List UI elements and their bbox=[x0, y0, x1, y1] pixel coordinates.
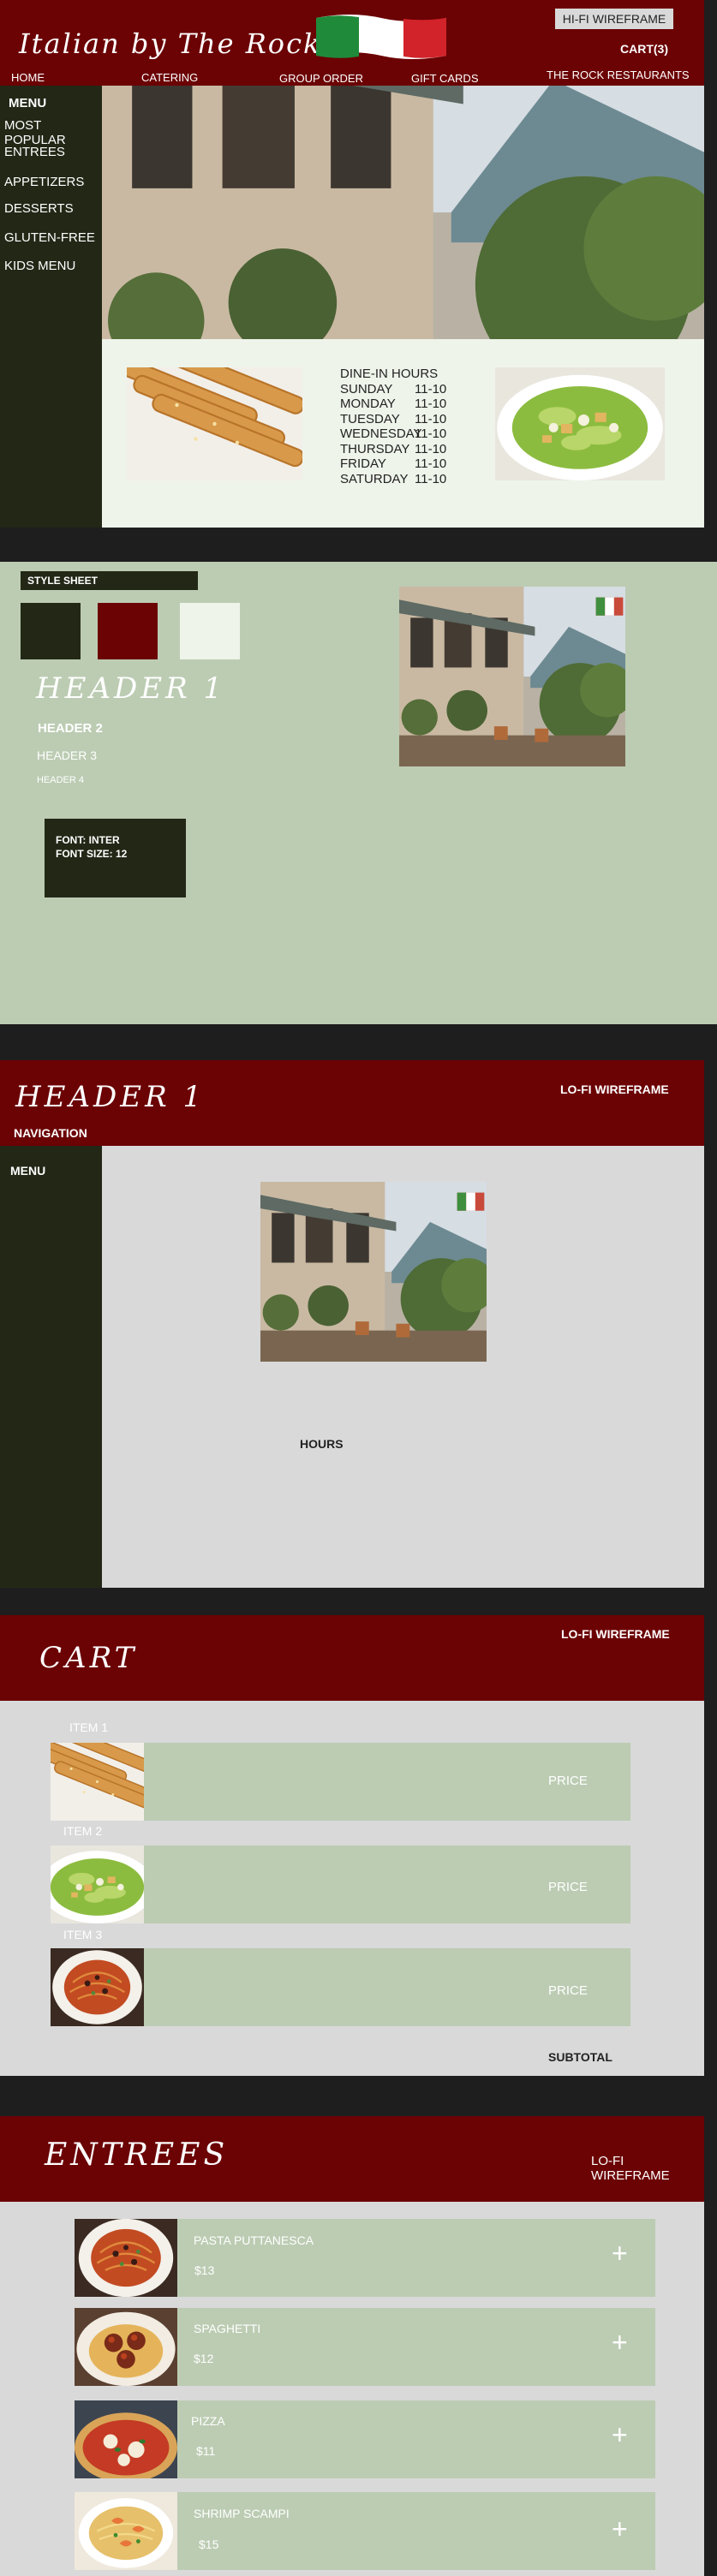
hero-image bbox=[102, 86, 704, 339]
entree-price: $11 bbox=[196, 2444, 216, 2458]
entree-price: $13 bbox=[194, 2263, 215, 2277]
swatch-cream bbox=[180, 603, 240, 659]
entrees-badge: LO-FI WIREFRAME bbox=[591, 2154, 670, 2183]
font-size: FONT SIZE: 12 bbox=[56, 848, 128, 860]
entree-row[interactable]: SPAGHETTI $12 + bbox=[75, 2308, 655, 2386]
cart-link[interactable]: CART(3) bbox=[620, 42, 668, 56]
add-entree-button[interactable]: + bbox=[612, 2238, 628, 2269]
sample-header-1: HEADER 1 bbox=[36, 671, 226, 706]
hours-row: WEDNESDAY11-10 bbox=[340, 426, 447, 441]
entree-image bbox=[75, 2492, 177, 2570]
lofi-hero-image bbox=[260, 1182, 487, 1362]
lofi-content: HOURS bbox=[102, 1146, 704, 1588]
entrees-content: PASTA PUTTANESCA $13 + SPAGHETTI $12 + P… bbox=[0, 2202, 704, 2576]
entree-image bbox=[75, 2308, 177, 2386]
hours-row: TUESDAY 11-10 bbox=[340, 411, 447, 426]
swatch-maroon bbox=[98, 603, 158, 659]
entree-row[interactable]: PASTA PUTTANESCA $13 + bbox=[75, 2219, 655, 2297]
entree-price: $12 bbox=[194, 2352, 214, 2365]
sample-header-2: HEADER 2 bbox=[38, 721, 103, 736]
entree-name: PIZZA bbox=[191, 2414, 225, 2428]
brand-logo[interactable]: Italian by The Rock bbox=[19, 27, 321, 60]
entrees-title: ENTREES bbox=[45, 2138, 229, 2173]
italian-flag-icon bbox=[316, 13, 446, 61]
style-sheet-frame: STYLE SHEET HEADER 1 HEADER 2 HEADER 3 H… bbox=[0, 562, 717, 1024]
lofi-header: HEADER 1 LO-FI WIREFRAME NAVIGATION bbox=[0, 1060, 704, 1146]
cart-subtotal: SUBTOTAL bbox=[548, 2050, 612, 2064]
add-entree-button[interactable]: + bbox=[612, 2327, 628, 2358]
cart-item-label: ITEM 2 bbox=[63, 1824, 103, 1838]
entree-name: SHRIMP SCAMPI bbox=[194, 2507, 290, 2520]
cart-header: CART LO-FI WIREFRAME bbox=[0, 1615, 704, 1701]
breadsticks-image bbox=[127, 367, 302, 480]
style-sample-image bbox=[399, 587, 625, 766]
font-name: FONT: INTER bbox=[56, 834, 120, 846]
sidebar-menu-title: MENU bbox=[9, 96, 47, 110]
entrees-frame: ENTREES LO-FI WIREFRAME PASTA PUTTANESCA… bbox=[0, 2116, 704, 2576]
sample-header-3: HEADER 3 bbox=[37, 748, 98, 762]
nav-group-order[interactable]: GROUP ORDER bbox=[279, 72, 363, 85]
lofi-hours-label: HOURS bbox=[300, 1437, 344, 1451]
hours-block: DINE-IN HOURS SUNDAY 11-10 MONDAY 11-10 TU… bbox=[340, 367, 460, 486]
nav-restaurants[interactable]: THE ROCK RESTAURANTS bbox=[547, 69, 690, 81]
hifi-frame: Italian by The Rock HI-FI WIREFRAME CART… bbox=[0, 0, 704, 528]
sidebar-item-kids-menu[interactable]: KIDS MENU bbox=[4, 259, 75, 273]
cart-item-row[interactable]: PRICE bbox=[51, 1846, 630, 1923]
swatch-olive bbox=[21, 603, 81, 659]
hours-row: THURSDAY 11-10 bbox=[340, 441, 447, 456]
style-sheet-title: STYLE SHEET bbox=[21, 571, 198, 590]
cart-item-label: ITEM 1 bbox=[69, 1720, 109, 1734]
lofi-header-title: HEADER 1 bbox=[15, 1080, 206, 1114]
hours-row: SUNDAY 11-10 bbox=[340, 381, 447, 397]
cart-content: ITEM 1 PRICE ITEM 2 PRICE ITEM 3 PRICE S… bbox=[0, 1701, 704, 2076]
hifi-badge: HI-FI WIREFRAME bbox=[555, 9, 673, 29]
cart-item-price: PRICE bbox=[548, 1983, 588, 1998]
hifi-header: Italian by The Rock HI-FI WIREFRAME CART… bbox=[0, 0, 704, 86]
salad-image bbox=[495, 367, 665, 480]
entree-name: SPAGHETTI bbox=[194, 2322, 261, 2335]
hours-row: FRIDAY 11-10 bbox=[340, 456, 447, 471]
cart-item-price: PRICE bbox=[548, 1774, 588, 1788]
sidebar-item-entrees[interactable]: ENTREES bbox=[4, 145, 65, 159]
hifi-sidebar: MENU MOST POPULAR ENTREES APPETIZERS DES… bbox=[0, 86, 102, 528]
lofi-menu-title[interactable]: MENU bbox=[10, 1164, 45, 1178]
cart-item-row[interactable]: PRICE bbox=[51, 1948, 630, 2026]
hours-row: SATURDAY 11-10 bbox=[340, 471, 447, 486]
cart-item-row[interactable]: PRICE bbox=[51, 1743, 630, 1821]
cart-badge: LO-FI WIREFRAME bbox=[561, 1627, 670, 1641]
entree-image bbox=[75, 2219, 177, 2297]
entree-row[interactable]: SHRIMP SCAMPI $15 + bbox=[75, 2492, 655, 2570]
cart-item-image bbox=[51, 1948, 144, 2026]
entree-row[interactable]: PIZZA $11 + bbox=[75, 2400, 655, 2478]
hifi-info-panel: DINE-IN HOURS SUNDAY 11-10 MONDAY 11-10 TU… bbox=[102, 339, 704, 528]
hours-row: DINE-IN HOURS bbox=[340, 367, 439, 381]
entree-name: PASTA PUTTANESCA bbox=[194, 2233, 314, 2247]
sidebar-item-appetizers[interactable]: APPETIZERS bbox=[4, 175, 84, 189]
entrees-header: ENTREES LO-FI WIREFRAME bbox=[0, 2116, 704, 2202]
sidebar-item-most-popular[interactable]: MOST POPULAR bbox=[4, 118, 102, 147]
sidebar-item-gluten-free[interactable]: GLUTEN-FREE bbox=[4, 230, 95, 245]
add-entree-button[interactable]: + bbox=[612, 2513, 628, 2545]
sample-header-4: HEADER 4 bbox=[37, 775, 85, 785]
cart-title: CART bbox=[39, 1641, 138, 1675]
entree-image bbox=[75, 2400, 177, 2478]
cart-item-image bbox=[51, 1846, 144, 1923]
cart-item-label: ITEM 3 bbox=[63, 1928, 103, 1941]
hours-row: MONDAY 11-10 bbox=[340, 397, 447, 411]
cart-frame: CART LO-FI WIREFRAME ITEM 1 PRICE ITEM 2… bbox=[0, 1615, 704, 2076]
font-spec-card: FONT: INTER FONT SIZE: 12 bbox=[45, 819, 186, 897]
lofi-home-frame: HEADER 1 LO-FI WIREFRAME NAVIGATION MENU… bbox=[0, 1060, 704, 1588]
cart-item-price: PRICE bbox=[548, 1880, 588, 1894]
entree-price: $15 bbox=[199, 2537, 219, 2551]
lofi-badge: LO-FI WIREFRAME bbox=[560, 1082, 669, 1096]
nav-home[interactable]: HOME bbox=[11, 71, 45, 84]
add-entree-button[interactable]: + bbox=[612, 2419, 628, 2451]
nav-gift-cards[interactable]: GIFT CARDS bbox=[411, 72, 479, 85]
lofi-sidebar: MENU bbox=[0, 1146, 102, 1588]
sidebar-item-desserts[interactable]: DESSERTS bbox=[4, 201, 74, 216]
lofi-navigation[interactable]: NAVIGATION bbox=[14, 1126, 87, 1140]
cart-item-image bbox=[51, 1743, 144, 1821]
nav-catering[interactable]: CATERING bbox=[141, 71, 198, 84]
